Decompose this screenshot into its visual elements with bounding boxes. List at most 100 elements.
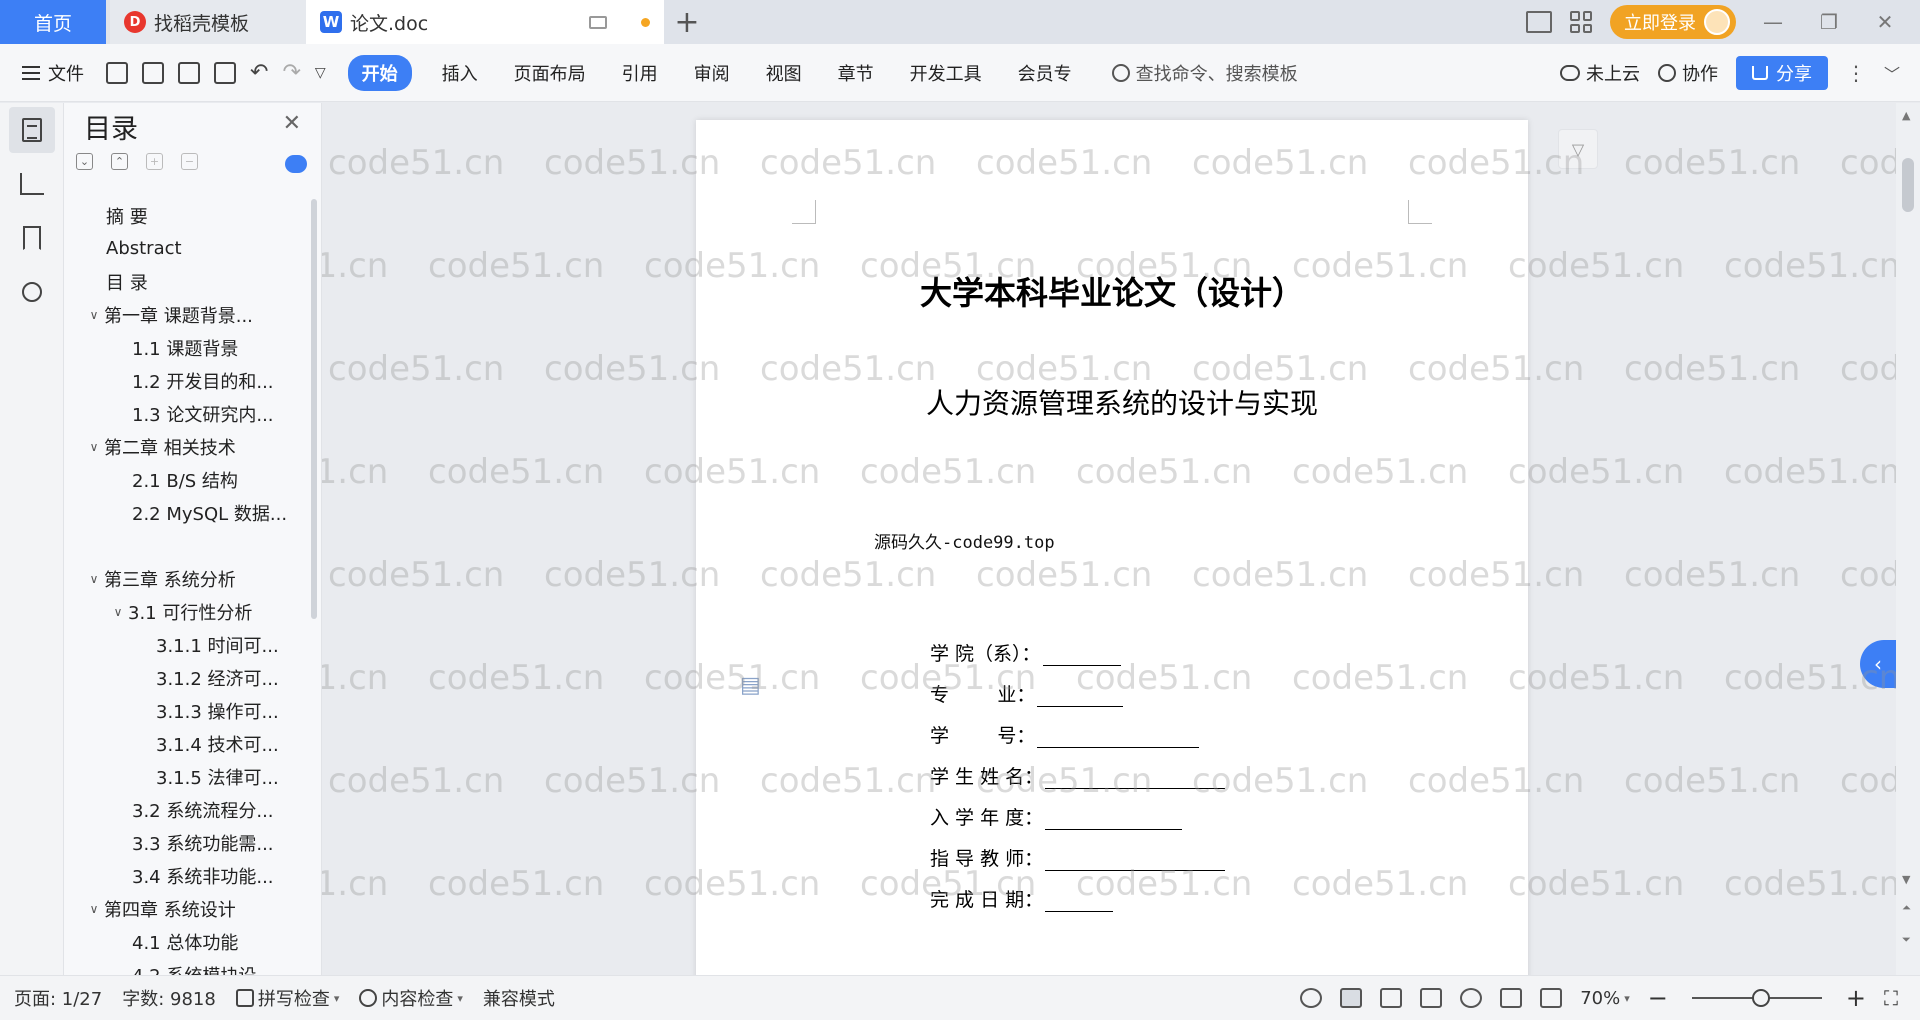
toc-item[interactable]: 3.2 系统流程分... — [64, 793, 308, 826]
close-icon[interactable]: ✕ — [283, 111, 301, 136]
toc-item[interactable]: 3.4 系统非功能... — [64, 859, 308, 892]
toc-item[interactable]: ∨ 第三章 系统分析 — [64, 562, 308, 595]
toc-item[interactable]: 目 录 — [64, 265, 308, 298]
tab-home-ribbon[interactable]: 开始 — [347, 54, 412, 91]
collaborate-button[interactable]: 协作 — [1657, 60, 1718, 86]
chevron-down-icon[interactable]: ∨ — [108, 605, 128, 619]
vertical-scrollbar[interactable]: ▲ ▼ ⏶ ⏷ — [1896, 103, 1920, 975]
toc-item[interactable]: 4.2 系统模块设... — [64, 958, 308, 976]
apps-grid-icon[interactable] — [1570, 11, 1592, 33]
cover-field-blank[interactable] — [1042, 644, 1121, 666]
save-icon[interactable] — [106, 61, 128, 84]
fit-page-icon[interactable] — [1540, 988, 1563, 1008]
next-page-icon[interactable]: ⏷ — [1902, 933, 1911, 947]
tab-home[interactable]: 首页 — [0, 0, 106, 44]
toc-item[interactable]: 3.1.3 操作可... — [64, 694, 308, 727]
zoom-slider[interactable] — [1691, 989, 1822, 1007]
toc-item[interactable]: 2.1 B/S 结构 — [64, 463, 308, 496]
scroll-thumb[interactable] — [1902, 158, 1914, 212]
toc-item[interactable]: 1.3 论文研究内... — [64, 397, 308, 430]
restore-button[interactable]: ❐ — [1810, 10, 1848, 34]
expand-all-icon[interactable]: ⌄ — [76, 153, 93, 170]
tab-developer[interactable]: 开发工具 — [910, 60, 982, 86]
toc-item[interactable]: 摘 要 — [64, 199, 308, 232]
cover-field-blank[interactable] — [1037, 685, 1124, 707]
tab-insert[interactable]: 插入 — [442, 60, 478, 86]
monitor-icon[interactable] — [589, 15, 607, 29]
toc-item[interactable]: ∨ 第四章 系统设计 — [64, 892, 308, 925]
tab-page-layout[interactable]: 页面布局 — [514, 60, 586, 86]
page-indicator[interactable]: 页面: 1/27 — [14, 985, 102, 1011]
toc-item[interactable]: 4.1 总体功能 — [64, 925, 308, 958]
chevron-down-icon[interactable]: ∨ — [84, 440, 104, 454]
page-view-icon[interactable] — [1340, 988, 1363, 1008]
toc-item[interactable]: 3.3 系统功能需... — [64, 826, 308, 859]
minimize-button[interactable]: — — [1754, 10, 1792, 34]
collapse-all-icon[interactable]: ⌃ — [111, 153, 128, 170]
file-menu-button[interactable]: 文件 — [22, 60, 84, 86]
zoom-slider-knob[interactable] — [1751, 989, 1770, 1007]
scroll-down-icon[interactable]: ▼ — [1902, 873, 1910, 886]
print-preview-icon[interactable] — [214, 61, 236, 84]
scroll-up-icon[interactable]: ▲ — [1902, 109, 1910, 122]
toc-item[interactable]: ∨ 第二章 相关技术 — [64, 430, 308, 463]
zoom-in-button[interactable]: + — [1846, 984, 1866, 1012]
toc-item[interactable]: 3.1.1 时间可... — [64, 628, 308, 661]
window-layout-icon[interactable] — [1526, 11, 1552, 33]
web-view-icon[interactable] — [1460, 988, 1483, 1008]
toc-item[interactable]: 1.2 开发目的和... — [64, 364, 308, 397]
rail-outline-button[interactable] — [9, 161, 55, 207]
cover-field-blank[interactable] — [1037, 726, 1200, 748]
toc-item[interactable]: 3.1.4 技术可... — [64, 727, 308, 760]
word-count[interactable]: 字数: 9818 — [122, 985, 216, 1011]
paragraph-handle-icon[interactable]: ▤ — [740, 673, 761, 698]
tab-review[interactable]: 审阅 — [694, 60, 730, 86]
cover-field-blank[interactable] — [1045, 767, 1226, 789]
zoom-dropdown[interactable]: 70% ▾ — [1580, 988, 1630, 1009]
tab-document[interactable]: W 论文.doc — [306, 0, 664, 44]
cover-field-blank[interactable] — [1045, 808, 1183, 830]
new-tab-button[interactable]: + — [664, 0, 710, 44]
cover-field-blank[interactable] — [1045, 849, 1226, 871]
fullscreen-icon[interactable]: ⛶ — [1884, 986, 1898, 1010]
print-icon[interactable] — [178, 61, 200, 84]
content-check-button[interactable]: 内容检查 ▾ — [359, 985, 463, 1011]
cover-field-blank[interactable] — [1045, 890, 1114, 912]
tab-references[interactable]: 引用 — [622, 60, 658, 86]
toc-item[interactable]: ∨ 第一章 课题背景... — [64, 298, 308, 331]
more-options-icon[interactable]: ⋮ — [1846, 61, 1866, 85]
cloud-status-button[interactable]: 未上云 — [1559, 60, 1640, 86]
tab-sections[interactable]: 章节 — [838, 60, 874, 86]
chevron-down-icon[interactable]: ∨ — [84, 308, 104, 322]
write-mode-icon[interactable] — [1500, 988, 1523, 1008]
tab-view[interactable]: 视图 — [766, 60, 802, 86]
eye-protection-icon[interactable] — [1300, 988, 1323, 1008]
toc-item[interactable]: 3.1.2 经济可... — [64, 661, 308, 694]
toc-item[interactable]: ∨ 3.1 可行性分析 — [64, 595, 308, 628]
toc-item[interactable]: 2.2 MySQL 数据... — [64, 496, 308, 529]
rail-toc-button[interactable] — [9, 107, 55, 153]
chevron-down-icon[interactable]: ∨ — [84, 902, 104, 916]
rail-bookmark-button[interactable] — [9, 215, 55, 261]
zoom-out-button[interactable]: − — [1648, 984, 1668, 1012]
tab-member[interactable]: 会员专 — [1018, 60, 1072, 86]
login-button[interactable]: 立即登录 — [1610, 5, 1736, 39]
reading-view-icon[interactable] — [1420, 988, 1443, 1008]
chevron-down-icon[interactable]: ∨ — [84, 572, 104, 586]
close-button[interactable]: ✕ — [1866, 10, 1904, 34]
document-page[interactable]: 大学本科毕业论文（设计） 人力资源管理系统的设计与实现 源码久久-code99.… — [696, 120, 1528, 975]
prev-page-icon[interactable]: ⏶ — [1902, 901, 1911, 915]
toc-scrollbar[interactable] — [311, 199, 317, 619]
filter-icon[interactable]: ▽ — [1558, 129, 1598, 169]
share-button[interactable]: 分享 — [1735, 55, 1828, 90]
undo-icon[interactable]: ↶ — [250, 60, 268, 85]
command-search[interactable]: 查找命令、搜索模板 — [1111, 60, 1298, 86]
toc-item[interactable]: 1.1 课题背景 — [64, 331, 308, 364]
collapse-ribbon-icon[interactable]: ﹀ — [1884, 61, 1900, 85]
ai-assistant-icon[interactable] — [285, 155, 307, 173]
remove-heading-icon[interactable]: − — [181, 153, 198, 170]
toc-item[interactable]: 3.1.5 法律可... — [64, 760, 308, 793]
toc-item[interactable]: Abstract — [64, 232, 308, 265]
tab-template-store[interactable]: D 找稻壳模板 — [110, 0, 306, 44]
spell-check-button[interactable]: 拼写检查 ▾ — [235, 985, 339, 1011]
